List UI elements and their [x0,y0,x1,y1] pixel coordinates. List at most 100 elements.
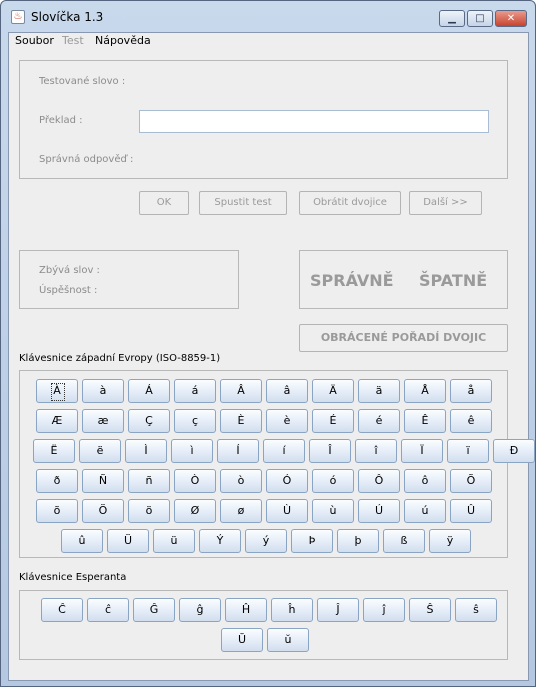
char-key[interactable]: Ò [174,469,216,493]
test-panel: Testované slovo : Překlad : Správná odpo… [19,60,508,179]
char-key[interactable]: Ù [266,499,308,523]
translation-input[interactable] [139,110,489,133]
char-key[interactable]: Ú [358,499,400,523]
char-key[interactable]: Ĝ [133,598,175,622]
menu-test[interactable]: Test [62,34,84,47]
char-key[interactable]: ë [79,439,121,463]
char-key[interactable]: Ç [128,409,170,433]
esperanto-keyboard-panel: ĈĉĜĝĤĥĴĵŜŝ Ŭŭ [19,590,508,660]
char-key[interactable]: ĉ [87,598,129,622]
char-key[interactable]: Ó [266,469,308,493]
char-key[interactable]: à [82,379,124,403]
western-keyboard-title: Klávesnice západní Evropy (ISO-8859-1) [19,353,221,364]
char-key[interactable]: ŝ [455,598,497,622]
char-key[interactable]: Û [450,499,492,523]
char-key[interactable]: Á [128,379,170,403]
correct-indicator: SPRÁVNĚ [310,271,394,290]
char-key[interactable]: Ĵ [317,598,359,622]
char-key[interactable]: Ü [107,529,149,553]
menu-napoveda[interactable]: Nápověda [95,34,151,47]
close-button[interactable]: ✕ [495,10,527,27]
char-key[interactable]: í [263,439,305,463]
translation-label: Překlad : [39,115,83,126]
char-key[interactable]: Î [309,439,351,463]
char-key[interactable]: ĵ [363,598,405,622]
menu-soubor[interactable]: Soubor [15,34,54,47]
minimize-button[interactable]: ▁ [439,10,465,27]
char-key[interactable]: ö [128,499,170,523]
char-key[interactable]: è [266,409,308,433]
window-title: Slovíčka 1.3 [31,10,104,24]
char-key[interactable]: â [266,379,308,403]
char-key[interactable]: Ï [401,439,443,463]
title-bar[interactable]: ♨ Slovíčka 1.3 ▁ □ ✕ [1,1,535,31]
char-key[interactable]: ñ [128,469,170,493]
success-rate-label: Úspěšnost : [39,285,98,296]
char-key[interactable]: Ö [82,499,124,523]
char-key[interactable]: ü [153,529,195,553]
char-key[interactable]: Å [404,379,446,403]
char-key[interactable]: À [36,379,78,403]
maximize-button[interactable]: □ [467,10,493,27]
app-window: ♨ Slovíčka 1.3 ▁ □ ✕ Soubor Test Nápověd… [0,0,536,687]
char-key[interactable]: å [450,379,492,403]
next-button[interactable]: Další >> [409,191,482,215]
char-key[interactable]: õ [36,499,78,523]
char-key[interactable]: Ø [174,499,216,523]
char-key[interactable]: ĝ [179,598,221,622]
char-key[interactable]: ó [312,469,354,493]
char-key[interactable]: É [312,409,354,433]
char-key[interactable]: ì [171,439,213,463]
wrong-indicator: ŠPATNĚ [419,271,488,290]
char-key[interactable]: ÿ [429,529,471,553]
char-key[interactable]: ï [447,439,489,463]
char-key[interactable]: ê [450,409,492,433]
char-key[interactable]: È [220,409,262,433]
stats-panel: Zbývá slov : Úspěšnost : [19,250,239,309]
char-key[interactable]: ç [174,409,216,433]
char-key[interactable]: ú [404,499,446,523]
char-key[interactable]: Ĉ [41,598,83,622]
char-key[interactable]: ĥ [271,598,313,622]
result-panel: SPRÁVNĚ ŠPATNĚ [299,250,508,309]
reverse-order-indicator: OBRÁCENÉ POŘADÍ DVOJIC [299,324,508,352]
char-key[interactable]: Ð [493,439,535,463]
char-key[interactable]: ò [220,469,262,493]
char-key[interactable]: Ŝ [409,598,451,622]
char-key[interactable]: ù [312,499,354,523]
char-key[interactable]: Õ [450,469,492,493]
char-key[interactable]: Æ [36,409,78,433]
char-key[interactable]: Ê [404,409,446,433]
char-key[interactable]: ä [358,379,400,403]
char-key[interactable]: ŭ [267,628,309,652]
char-key[interactable]: Ë [33,439,75,463]
tested-word-label: Testované slovo : [39,76,126,87]
client-area: Soubor Test Nápověda Testované slovo : P… [8,32,535,681]
char-key[interactable]: Ŭ [221,628,263,652]
char-key[interactable]: ð [36,469,78,493]
char-key[interactable]: û [61,529,103,553]
char-key[interactable]: ô [404,469,446,493]
char-key[interactable]: Ì [125,439,167,463]
char-key[interactable]: Ä [312,379,354,403]
char-key[interactable]: Þ [291,529,333,553]
char-key[interactable]: Ĥ [225,598,267,622]
char-key[interactable]: þ [337,529,379,553]
char-key[interactable]: î [355,439,397,463]
char-key[interactable]: é [358,409,400,433]
char-key[interactable]: Ô [358,469,400,493]
char-key[interactable]: ß [383,529,425,553]
char-key[interactable]: ý [245,529,287,553]
reverse-pairs-button[interactable]: Obrátit dvojice [299,191,401,215]
char-key[interactable]: á [174,379,216,403]
start-test-button[interactable]: Spustit test [199,191,287,215]
char-key[interactable]: Í [217,439,259,463]
char-key[interactable]: Â [220,379,262,403]
char-key[interactable]: æ [82,409,124,433]
char-key[interactable]: ø [220,499,262,523]
char-key[interactable]: Ý [199,529,241,553]
char-key[interactable]: Ñ [82,469,124,493]
java-coffee-icon: ♨ [11,10,25,24]
correct-answer-label: Správná odpověď : [39,154,134,165]
ok-button[interactable]: OK [139,191,189,215]
